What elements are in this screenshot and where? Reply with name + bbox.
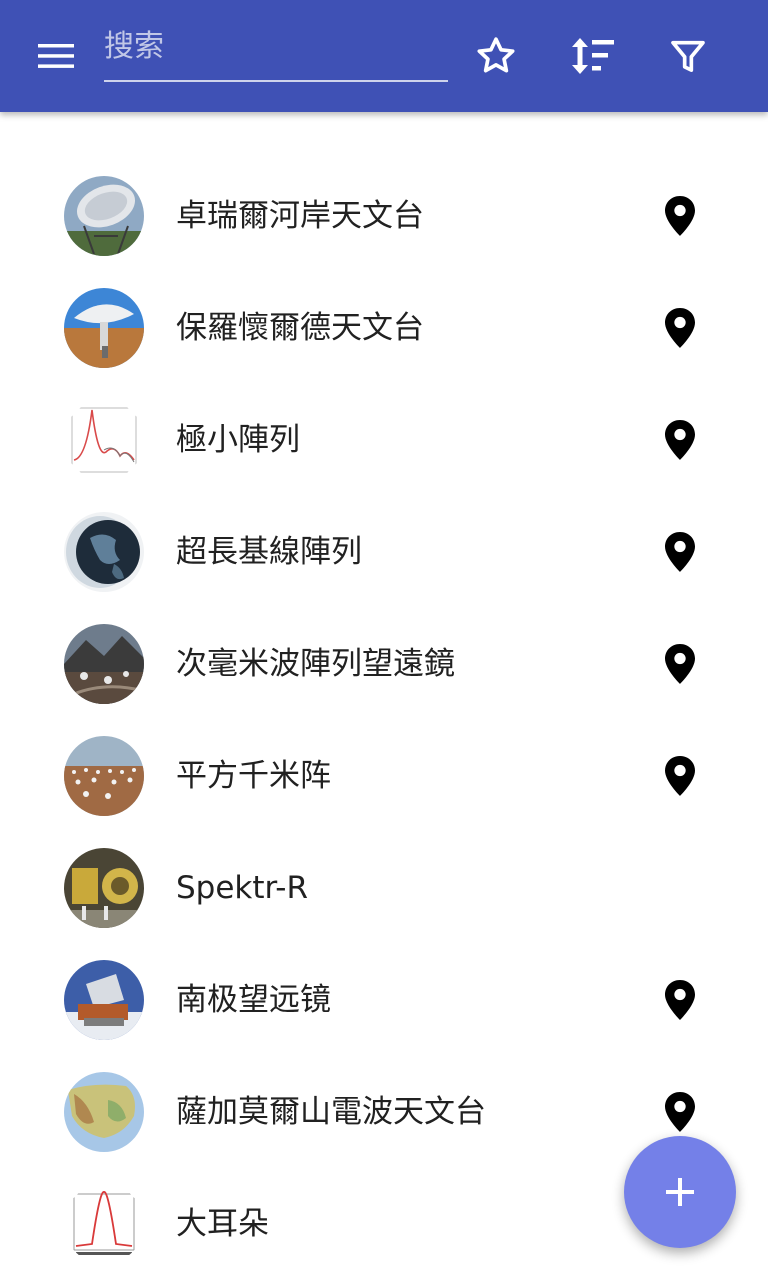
satellite-assembly-photo: [64, 848, 144, 928]
location-pin-icon[interactable]: [660, 306, 700, 350]
dish-antenna-photo: [64, 288, 144, 368]
item-label: Spektr-R: [176, 870, 309, 906]
menu-button[interactable]: [24, 32, 88, 80]
observatory-list: 卓瑞爾河岸天文台 保羅懷爾德天文台 極小陣列 超長基線陣列 次毫米波陣列望遠鏡 …: [0, 160, 768, 1280]
location-pin-icon[interactable]: [660, 194, 700, 238]
spectrum-plot-image: [64, 400, 144, 480]
list-item[interactable]: 卓瑞爾河岸天文台: [0, 160, 768, 272]
star-outline-icon: [477, 37, 515, 73]
list-item[interactable]: 極小陣列: [0, 384, 768, 496]
sort-icon: [572, 38, 614, 74]
favorites-button[interactable]: [468, 28, 524, 84]
signal-plot-image: [64, 1184, 144, 1264]
search-field: [104, 22, 448, 82]
list-item[interactable]: 保羅懷爾德天文台: [0, 272, 768, 384]
app-bar: [0, 0, 768, 112]
item-label: 大耳朵: [176, 1206, 269, 1242]
item-label: 卓瑞爾河岸天文台: [176, 198, 424, 234]
list-item[interactable]: 南极望远镜: [0, 944, 768, 1056]
item-label: 保羅懷爾德天文台: [176, 310, 424, 346]
item-label: 平方千米阵: [176, 758, 331, 794]
list-item[interactable]: 平方千米阵: [0, 720, 768, 832]
mountain-array-photo: [64, 624, 144, 704]
location-pin-icon[interactable]: [660, 754, 700, 798]
item-label: 次毫米波陣列望遠鏡: [176, 646, 455, 682]
item-label: 薩加莫爾山電波天文台: [176, 1094, 486, 1130]
filter-icon: [671, 40, 705, 72]
polar-telescope-photo: [64, 960, 144, 1040]
sort-button[interactable]: [564, 28, 620, 84]
location-pin-icon[interactable]: [660, 1090, 700, 1134]
list-item[interactable]: 超長基線陣列: [0, 496, 768, 608]
menu-icon: [38, 44, 74, 68]
location-pin-icon[interactable]: [660, 978, 700, 1022]
add-button[interactable]: [624, 1136, 736, 1248]
radio-dish-photo: [64, 176, 144, 256]
plus-icon: [666, 1178, 694, 1206]
item-label: 極小陣列: [176, 422, 300, 458]
location-pin-icon[interactable]: [660, 530, 700, 574]
list-item[interactable]: 次毫米波陣列望遠鏡: [0, 608, 768, 720]
desert-array-photo: [64, 736, 144, 816]
location-pin-icon[interactable]: [660, 642, 700, 686]
relief-map-image: [64, 1072, 144, 1152]
filter-button[interactable]: [660, 28, 716, 84]
list-item[interactable]: Spektr-R: [0, 832, 768, 944]
location-pin-icon[interactable]: [660, 418, 700, 462]
search-input[interactable]: [104, 22, 448, 78]
item-label: 超長基線陣列: [176, 534, 362, 570]
item-label: 南极望远镜: [176, 982, 331, 1018]
globe-render-image: [64, 512, 144, 592]
